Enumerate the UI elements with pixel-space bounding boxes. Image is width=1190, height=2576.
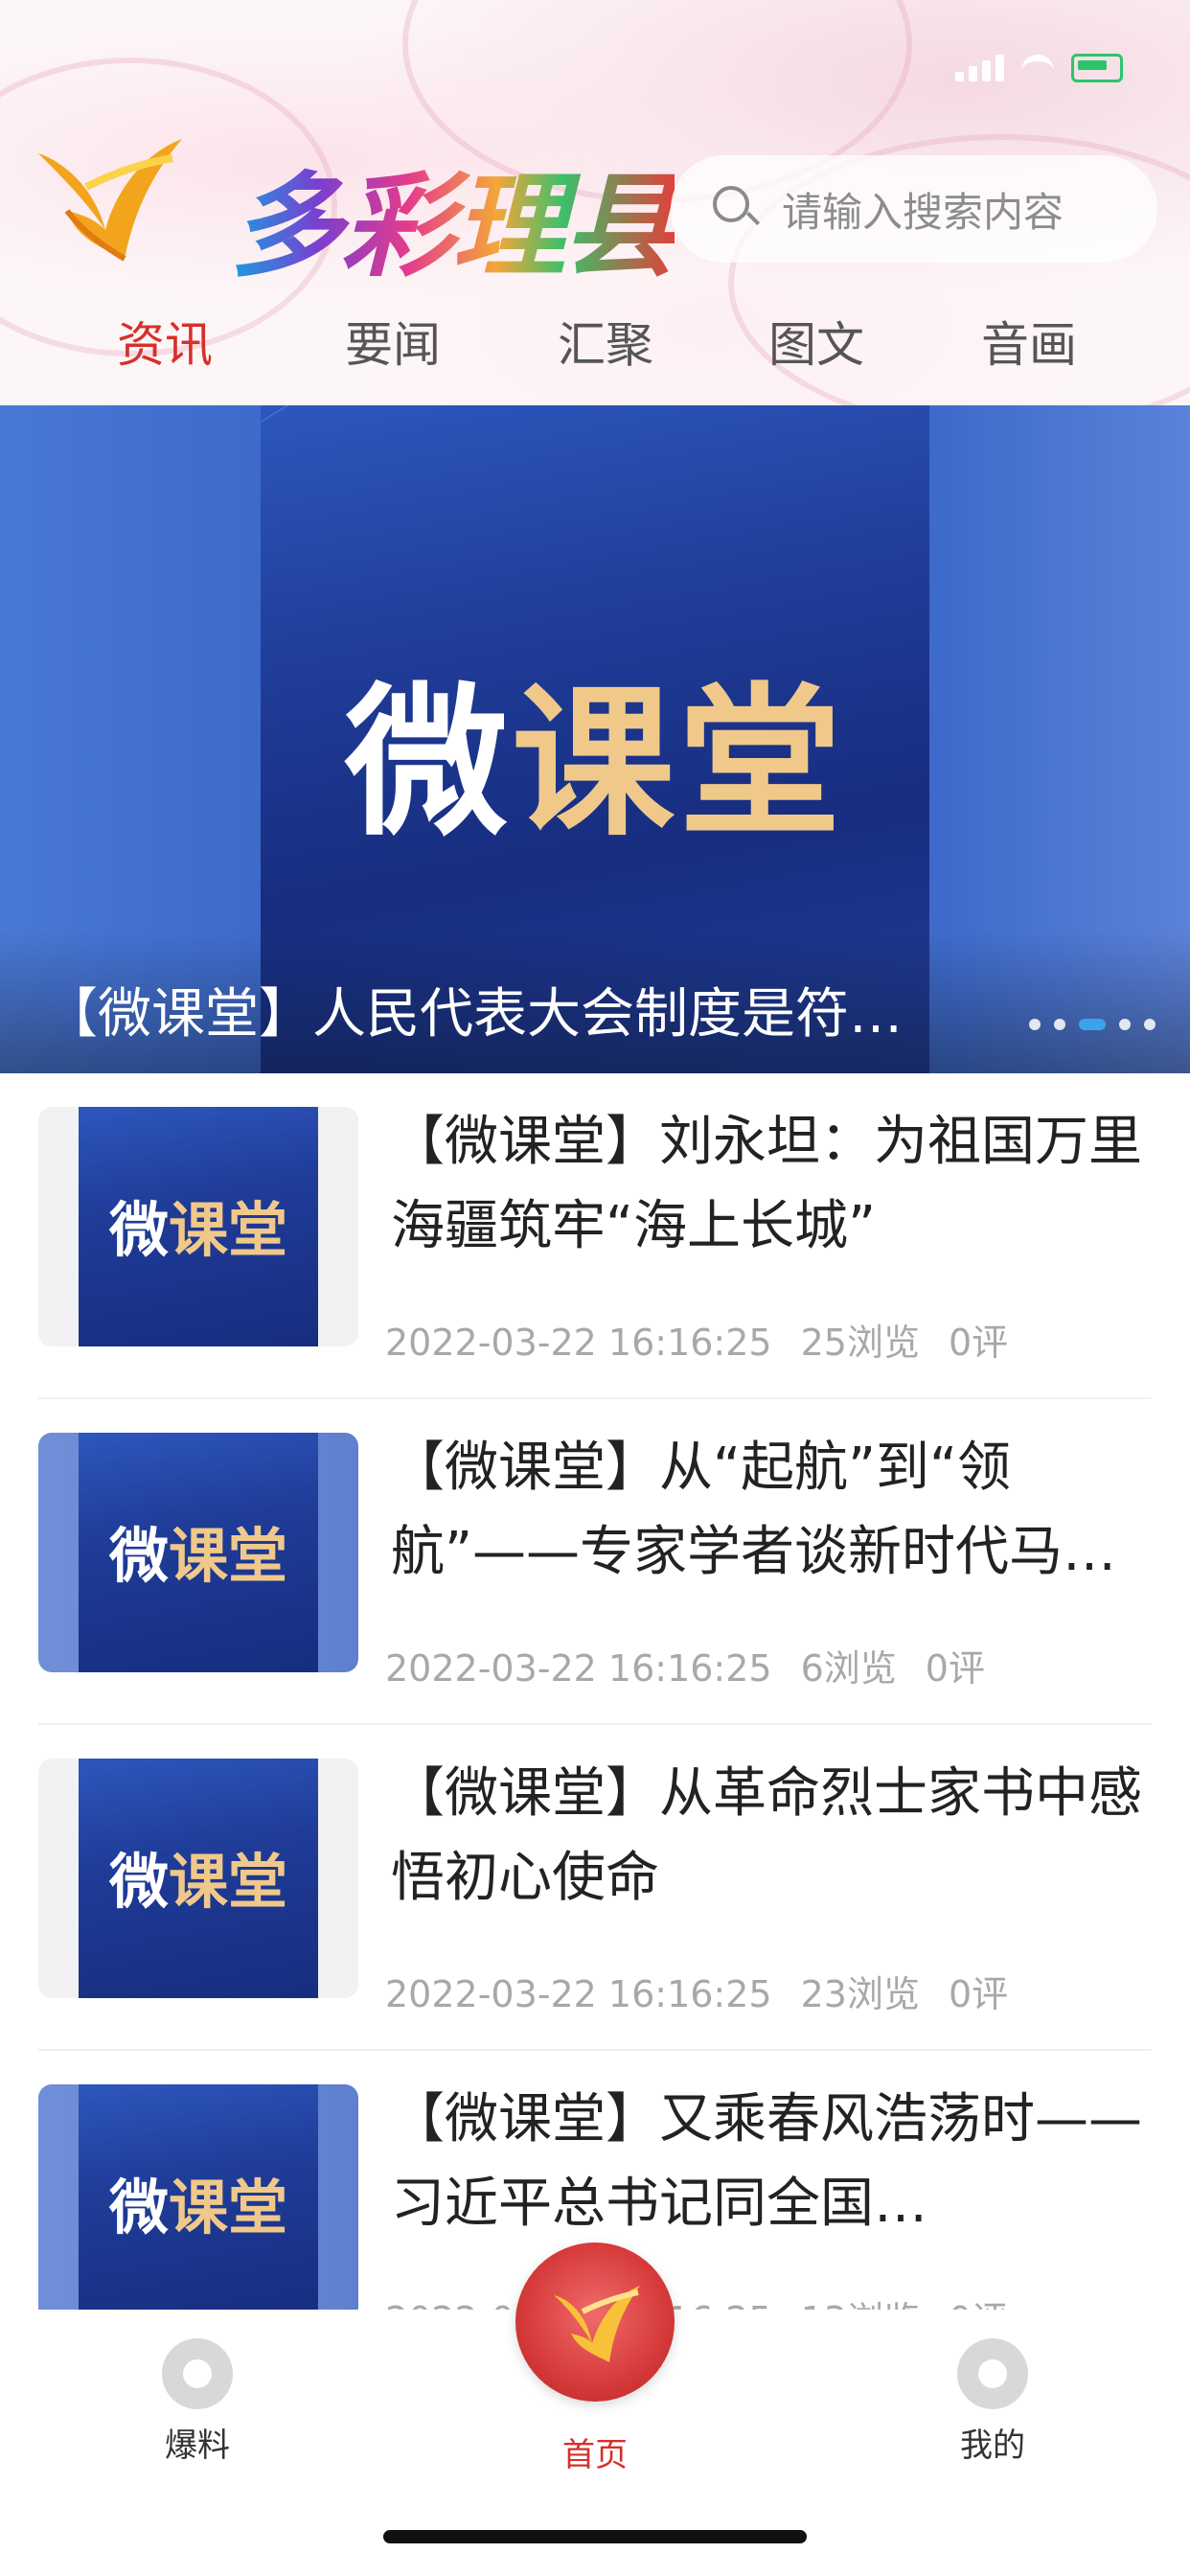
article-title: 【微课堂】刘永坦：为祖国万里海疆筑牢“海上长城” (391, 1111, 1142, 1257)
carousel-dot[interactable] (1119, 1019, 1131, 1030)
banner-title: 【微课堂】人民代表大会制度是符… (44, 983, 903, 1046)
tab-gather[interactable]: 汇聚 (558, 307, 653, 376)
phoenix-logo-icon (554, 2286, 640, 2362)
carousel-dot-active[interactable] (1079, 1019, 1106, 1030)
article-views: 23浏览 (800, 1973, 920, 2015)
article-title: 【微课堂】又乘春风浩荡时——习近平总书记同全国… (391, 2088, 1142, 2235)
article-title: 【微课堂】从革命烈士家书中感悟初心使命 (391, 1762, 1142, 1909)
search-icon (713, 186, 759, 232)
article-thumbnail: 微课堂 (38, 1759, 358, 1998)
app-logo-text: 多彩理县 (230, 134, 676, 298)
article-thumbnail: 微课堂 (38, 2084, 358, 2324)
battery-icon (1071, 54, 1123, 82)
megaphone-icon (162, 2338, 233, 2409)
tab-bar-label: 我的 (960, 2426, 1025, 2465)
article-date: 2022-03-22 16:16:25 (385, 1973, 772, 2015)
carousel-dot[interactable] (1144, 1019, 1156, 1030)
tab-news[interactable]: 资讯 (117, 307, 213, 376)
carousel-dots (1029, 1019, 1156, 1030)
tab-bar-profile[interactable]: 我的 (897, 2310, 1088, 2466)
article-views: 25浏览 (800, 1322, 920, 1364)
banner-art-text: 微课堂 (344, 667, 846, 859)
phoenix-logo-icon (38, 139, 182, 262)
article-thumbnail: 微课堂 (38, 1433, 358, 1672)
header: 多彩理县 请输入搜索内容 资讯 要闻 汇聚 图文 音画 (0, 0, 1190, 405)
tab-bar-label: 爆料 (165, 2426, 230, 2465)
signal-icon (955, 55, 1004, 81)
status-bar (955, 54, 1123, 82)
tab-photo-text[interactable]: 图文 (768, 307, 864, 376)
article-item[interactable]: 微课堂 【微课堂】从革命烈士家书中感悟初心使命 2022-03-22 16:16… (0, 1725, 1190, 2051)
article-date: 2022-03-22 16:16:25 (385, 1647, 772, 1690)
article-item[interactable]: 微课堂 【微课堂】刘永坦：为祖国万里海疆筑牢“海上长城” 2022-03-22 … (0, 1073, 1190, 1399)
article-comments: 0评 (948, 1322, 1009, 1364)
article-title: 【微课堂】从“起航”到“领航”——专家学者谈新时代马… (391, 1437, 1117, 1583)
article-meta: 2022-03-22 16:16:25 25浏览 0评 (385, 1313, 1037, 1366)
article-meta: 2022-03-22 16:16:25 23浏览 0评 (385, 1965, 1037, 2017)
article-thumbnail: 微课堂 (38, 1107, 358, 1346)
article-item[interactable]: 微课堂 【微课堂】从“起航”到“领航”——专家学者谈新时代马… 2022-03-… (0, 1399, 1190, 1725)
carousel-dot[interactable] (1054, 1019, 1065, 1030)
wifi-icon (1021, 54, 1054, 82)
article-comments: 0评 (948, 1973, 1009, 2015)
user-icon (957, 2338, 1028, 2409)
tab-headlines[interactable]: 要闻 (345, 307, 441, 376)
article-views: 6浏览 (800, 1647, 897, 1690)
article-comments: 0评 (925, 1647, 985, 1690)
banner-carousel[interactable]: 微课堂 【微课堂】人民代表大会制度是符… (0, 405, 1190, 1073)
tab-audio-video[interactable]: 音画 (981, 307, 1077, 376)
tab-bar-tips[interactable]: 爆料 (102, 2310, 293, 2466)
article-meta: 2022-03-22 16:16:25 6浏览 0评 (385, 1639, 1014, 1691)
home-indicator (383, 2530, 807, 2543)
article-date: 2022-03-22 16:16:25 (385, 1322, 772, 1364)
carousel-dot[interactable] (1029, 1019, 1041, 1030)
search-placeholder: 请输入搜索内容 (782, 188, 1064, 236)
tab-bar-label: 首页 (562, 2436, 628, 2474)
home-logo-button[interactable] (515, 2242, 675, 2402)
search-bar[interactable]: 请输入搜索内容 (671, 155, 1157, 263)
